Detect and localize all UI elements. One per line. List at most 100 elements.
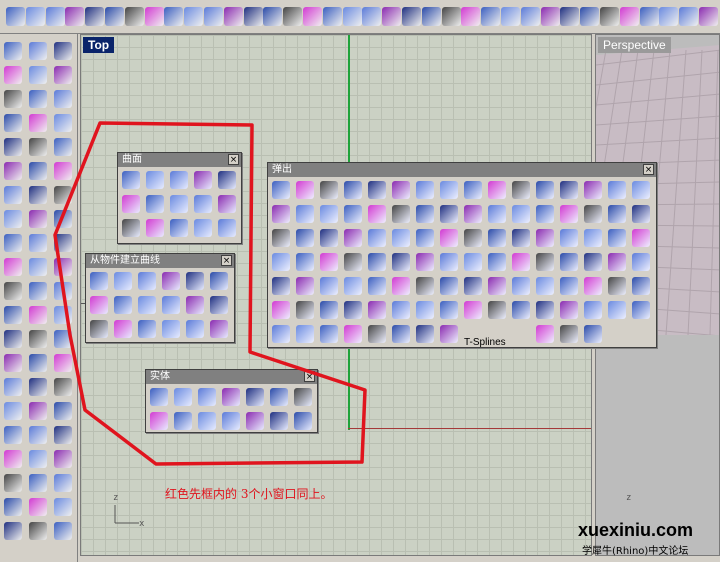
curve-tool-icon[interactable] [138, 296, 156, 314]
solid-panel-title[interactable]: 实体 × [146, 370, 317, 384]
left-toolbar-icon[interactable] [29, 522, 47, 540]
popup-tool-icon[interactable] [440, 205, 458, 223]
surface-tool-icon[interactable] [122, 195, 140, 213]
main-toolbar-icon[interactable] [501, 7, 520, 26]
solid-tool-icon[interactable] [150, 412, 168, 430]
curve-tool-icon[interactable] [186, 320, 204, 338]
popup-tool-icon[interactable] [368, 205, 386, 223]
popup-tool-icon[interactable] [440, 253, 458, 271]
popup-tool-icon[interactable] [344, 229, 362, 247]
surface-tool-icon[interactable] [170, 171, 188, 189]
popup-tool-icon[interactable] [296, 301, 314, 319]
left-toolbar-icon[interactable] [54, 306, 72, 324]
left-toolbar-icon[interactable] [4, 234, 22, 252]
curve-tool-icon[interactable] [90, 320, 108, 338]
left-toolbar-icon[interactable] [29, 66, 47, 84]
surface-tool-icon[interactable] [122, 171, 140, 189]
popup-tool-icon[interactable] [512, 277, 530, 295]
left-toolbar-icon[interactable] [4, 474, 22, 492]
surface-panel-title[interactable]: 曲面 × [118, 153, 241, 167]
popup-tool-icon[interactable] [368, 181, 386, 199]
curve-tool-icon[interactable] [138, 320, 156, 338]
popup-tool-icon[interactable] [368, 253, 386, 271]
solid-tool-icon[interactable] [270, 388, 288, 406]
main-toolbar-icon[interactable] [619, 7, 639, 26]
popup-tool-icon[interactable] [440, 277, 458, 295]
popup-tool-icon[interactable] [296, 325, 314, 343]
left-toolbar-icon[interactable] [54, 186, 72, 204]
surface-tool-icon[interactable] [218, 219, 236, 237]
popup-tool-icon[interactable] [512, 181, 530, 199]
left-toolbar-icon[interactable] [54, 450, 72, 468]
popup-tool-icon[interactable] [584, 205, 602, 223]
left-toolbar-icon[interactable] [54, 234, 72, 252]
solid-tool-icon[interactable] [270, 412, 288, 430]
popup-tool-icon[interactable] [608, 181, 626, 199]
main-toolbar-icon[interactable] [6, 7, 25, 26]
popup-tool-icon[interactable] [416, 253, 434, 271]
popup-tool-icon[interactable] [392, 205, 410, 223]
left-toolbar-icon[interactable] [54, 474, 72, 492]
popup-tool-icon[interactable] [464, 205, 482, 223]
popup-tool-icon[interactable] [344, 325, 362, 343]
main-toolbar-icon[interactable] [362, 7, 382, 26]
surface-tool-icon[interactable] [170, 195, 188, 213]
curve-from-object-panel[interactable]: 从物件建立曲线 × [85, 253, 235, 343]
left-toolbar-icon[interactable] [54, 498, 72, 516]
solid-panel-close-icon[interactable]: × [304, 371, 315, 382]
left-toolbar-icon[interactable] [29, 498, 47, 516]
popup-tool-icon[interactable] [584, 277, 602, 295]
curve-tool-icon[interactable] [114, 272, 132, 290]
main-toolbar-icon[interactable] [600, 7, 619, 26]
popup-tool-icon[interactable] [296, 277, 314, 295]
popup-tool-icon[interactable] [488, 229, 506, 247]
left-toolbar-icon[interactable] [54, 354, 72, 372]
popup-tool-icon[interactable] [272, 277, 290, 295]
left-toolbar-icon[interactable] [4, 450, 22, 468]
popup-tool-icon[interactable] [440, 325, 458, 343]
left-toolbar-icon[interactable] [29, 42, 47, 60]
popup-panel-title[interactable]: 弹出 × [268, 163, 656, 177]
left-toolbar-icon[interactable] [54, 522, 72, 540]
surface-tool-icon[interactable] [146, 219, 164, 237]
left-toolbar-icon[interactable] [54, 42, 72, 60]
popup-tool-icon[interactable] [560, 205, 578, 223]
curve-tool-icon[interactable] [210, 296, 228, 314]
popup-tool-icon[interactable] [512, 253, 530, 271]
surface-tool-icon[interactable] [194, 219, 212, 237]
popup-tool-icon[interactable] [320, 229, 338, 247]
left-toolbar-icon[interactable] [29, 234, 47, 252]
popup-tool-icon[interactable] [560, 229, 578, 247]
popup-tool-icon[interactable] [344, 253, 362, 271]
popup-tool-icon[interactable] [632, 181, 650, 199]
left-toolbar-icon[interactable] [29, 138, 47, 156]
popup-tool-icon[interactable] [272, 205, 290, 223]
surface-tool-icon[interactable] [122, 219, 140, 237]
popup-tool-icon[interactable] [608, 229, 626, 247]
left-toolbar-icon[interactable] [4, 162, 22, 180]
curve-panel-close-icon[interactable]: × [221, 255, 232, 266]
main-toolbar-icon[interactable] [402, 7, 421, 26]
left-toolbar-icon[interactable] [4, 306, 22, 324]
popup-tool-icon[interactable] [512, 205, 530, 223]
left-toolbar-icon[interactable] [29, 402, 47, 420]
popup-tool-icon[interactable] [320, 253, 338, 271]
popup-tool-icon[interactable] [344, 301, 362, 319]
left-toolbar-icon[interactable] [54, 162, 72, 180]
popup-tool-icon[interactable] [632, 205, 650, 223]
popup-tool-icon[interactable] [608, 301, 626, 319]
main-toolbar-icon[interactable] [65, 7, 85, 26]
popup-tool-icon[interactable] [632, 229, 650, 247]
main-toolbar-icon[interactable] [25, 7, 45, 26]
left-toolbar-icon[interactable] [29, 210, 47, 228]
main-toolbar-icon[interactable] [105, 7, 124, 26]
curve-tool-icon[interactable] [162, 296, 180, 314]
curve-tool-icon[interactable] [138, 272, 156, 290]
left-toolbar-icon[interactable] [29, 354, 47, 372]
popup-tool-icon[interactable] [608, 277, 626, 295]
popup-tool-icon[interactable] [488, 253, 506, 271]
main-toolbar-icon[interactable] [679, 7, 699, 26]
left-toolbar-icon[interactable] [29, 282, 47, 300]
left-toolbar-icon[interactable] [4, 354, 22, 372]
popup-tool-icon[interactable] [416, 229, 434, 247]
